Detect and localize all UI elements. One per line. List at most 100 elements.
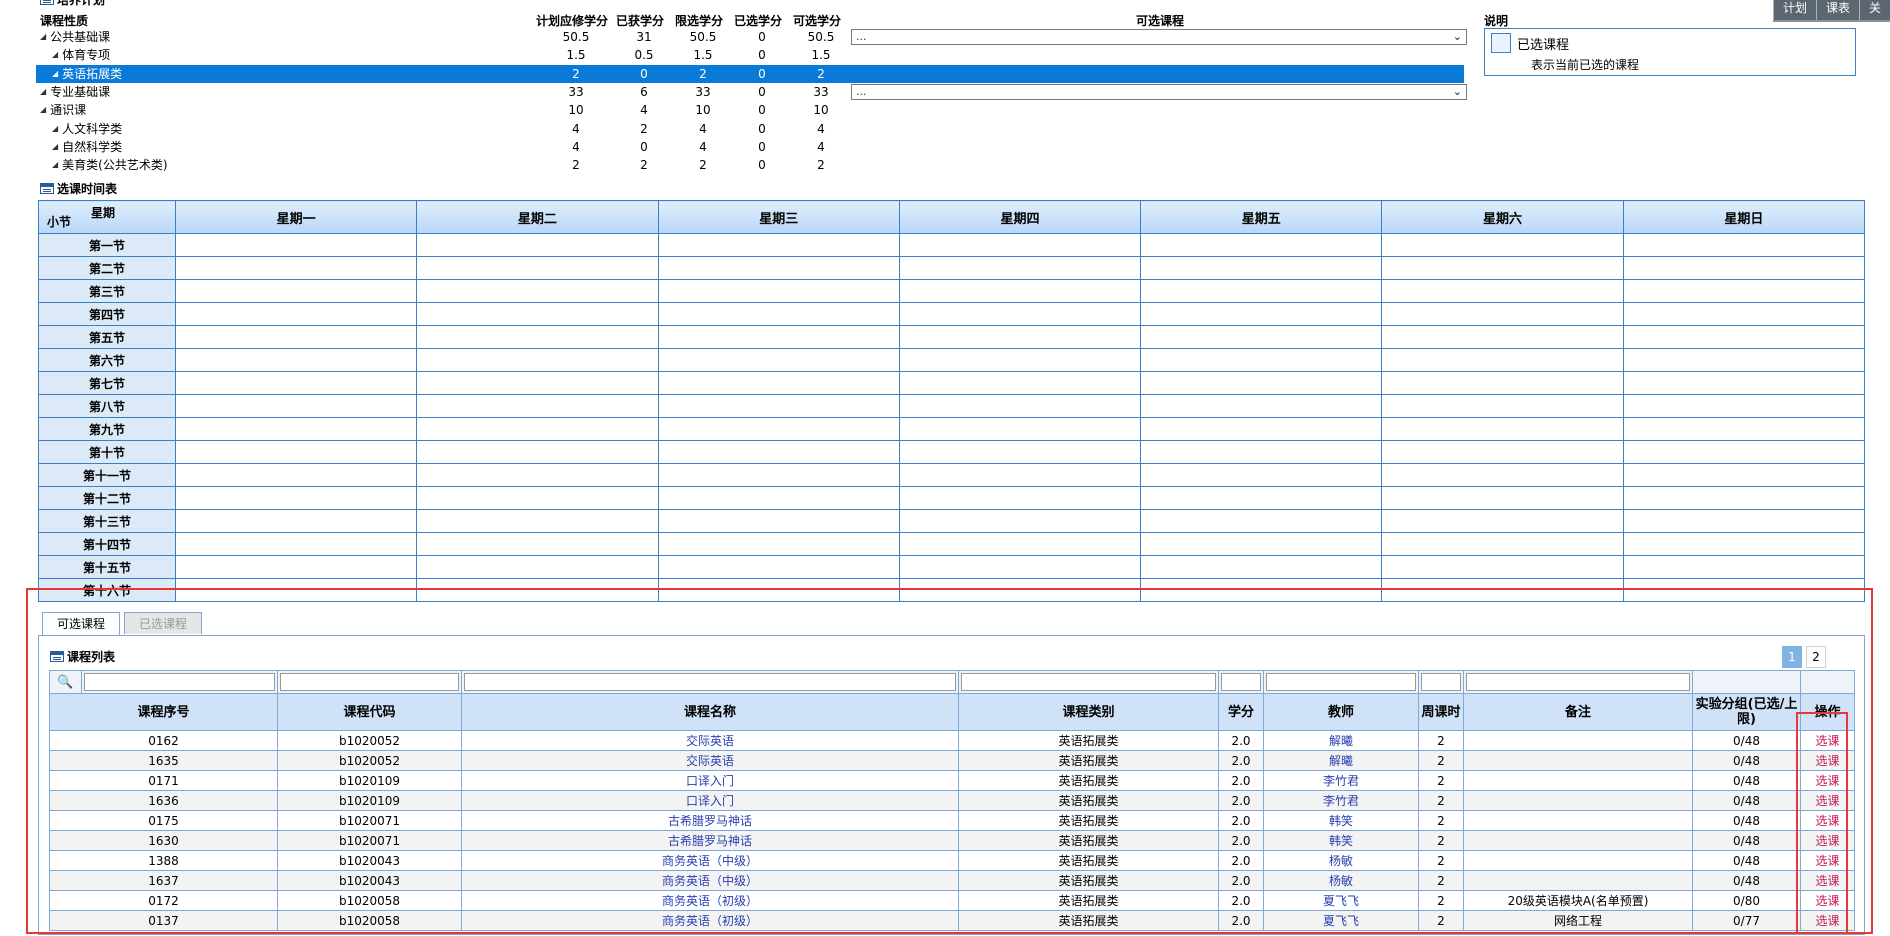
plan-row[interactable]: ◢ 专业基础课 33 6 33 0 33 ... ⌄ bbox=[36, 83, 1467, 101]
select-course-link[interactable]: 选课 bbox=[1800, 730, 1855, 751]
remark: 20级英语模块A(名单预置) bbox=[1463, 890, 1693, 911]
course-name[interactable]: 商务英语（初级） bbox=[461, 910, 959, 931]
period-label: 第五节 bbox=[38, 325, 176, 349]
timetable-cell bbox=[1381, 578, 1624, 602]
select-course-link[interactable]: 选课 bbox=[1800, 790, 1855, 811]
plan-row[interactable]: ◢ 英语拓展类 2 0 2 0 2 bbox=[36, 64, 1464, 83]
filter-course-type-input[interactable] bbox=[961, 673, 1216, 691]
plan-row-value: 2 bbox=[817, 158, 825, 173]
plan-row[interactable]: ◢ 体育专项 1.5 0.5 1.5 0 1.5 bbox=[36, 46, 1464, 64]
timetable-cell bbox=[1381, 509, 1624, 533]
select-course-link[interactable]: 选课 bbox=[1800, 910, 1855, 931]
course-name[interactable]: 口译入门 bbox=[461, 770, 959, 791]
teacher[interactable]: 李竹君 bbox=[1263, 770, 1419, 791]
expand-triangle-icon[interactable]: ◢ bbox=[52, 65, 58, 83]
course-name[interactable]: 古希腊罗马神话 bbox=[461, 810, 959, 831]
lab-group: 0/77 bbox=[1692, 910, 1801, 931]
course-name[interactable]: 口译入门 bbox=[461, 790, 959, 811]
timetable-button[interactable]: 课表 bbox=[1815, 0, 1859, 20]
filter-search-cell[interactable]: 🔍 bbox=[49, 670, 82, 694]
expand-triangle-icon[interactable]: ◢ bbox=[40, 83, 46, 101]
course-name[interactable]: 古希腊罗马神话 bbox=[461, 830, 959, 851]
timetable-cell bbox=[898, 279, 1142, 303]
timetable-row: 第九节 bbox=[38, 417, 1866, 441]
timetable-cell bbox=[1140, 509, 1383, 533]
course-name[interactable]: 交际英语 bbox=[461, 730, 959, 751]
select-course-link[interactable]: 选课 bbox=[1800, 830, 1855, 851]
plan-row[interactable]: ◢ 美育类(公共艺术类) 2 2 2 0 2 bbox=[36, 156, 1464, 174]
teacher[interactable]: 杨敏 bbox=[1263, 870, 1419, 891]
plan-row[interactable]: ◢ 自然科学类 4 0 4 0 4 bbox=[36, 138, 1464, 156]
header-course-code: 课程代码 bbox=[277, 693, 462, 731]
teacher[interactable]: 李竹君 bbox=[1263, 790, 1419, 811]
teacher[interactable]: 杨敏 bbox=[1263, 850, 1419, 871]
timetable-cell bbox=[898, 371, 1142, 395]
binoculars-icon[interactable]: 🔍 bbox=[57, 675, 73, 690]
tab-available-courses[interactable]: 可选课程 bbox=[42, 612, 121, 636]
expand-triangle-icon[interactable]: ◢ bbox=[52, 46, 58, 64]
close-button[interactable]: 关 bbox=[1858, 0, 1890, 20]
plan-button[interactable]: 计划 bbox=[1772, 0, 1816, 20]
select-course-link[interactable]: 选课 bbox=[1800, 870, 1855, 891]
select-course-link[interactable]: 选课 bbox=[1800, 750, 1855, 771]
teacher[interactable]: 韩笑 bbox=[1263, 810, 1419, 831]
select-course-link[interactable]: 选课 bbox=[1800, 890, 1855, 911]
expand-triangle-icon[interactable]: ◢ bbox=[40, 101, 46, 119]
plan-row[interactable]: ◢ 人文科学类 4 2 4 0 4 bbox=[36, 120, 1464, 138]
remark bbox=[1463, 770, 1693, 791]
optional-course-select[interactable]: ... ⌄ bbox=[851, 83, 1467, 100]
page-1-button[interactable]: 1 bbox=[1782, 646, 1802, 668]
plan-row[interactable]: ◢ 通识课 10 4 10 0 10 bbox=[36, 101, 1464, 119]
chevron-down-icon[interactable]: ⌄ bbox=[1453, 30, 1462, 44]
plan-row-value: 1.5 bbox=[693, 48, 713, 63]
filter-credit-input[interactable] bbox=[1221, 673, 1261, 691]
course-name[interactable]: 商务英语（初级） bbox=[461, 890, 959, 911]
timetable-cell bbox=[1622, 509, 1866, 533]
filter-teacher-input[interactable] bbox=[1266, 673, 1416, 691]
expand-triangle-icon[interactable]: ◢ bbox=[52, 138, 58, 156]
select-course-link[interactable]: 选课 bbox=[1800, 810, 1855, 831]
timetable-cell bbox=[657, 233, 900, 257]
day-header: 星期日 bbox=[1622, 200, 1866, 234]
plan-row-value: 50.5 bbox=[689, 30, 717, 44]
plan-row-value: 2 bbox=[640, 121, 648, 136]
course-name[interactable]: 商务英语（中级） bbox=[461, 850, 959, 871]
timetable-cell bbox=[1622, 440, 1866, 464]
teacher[interactable]: 夏飞飞 bbox=[1263, 910, 1419, 931]
optional-course-select[interactable]: ... ⌄ bbox=[851, 29, 1467, 45]
expand-triangle-icon[interactable]: ◢ bbox=[52, 156, 58, 174]
plan-row[interactable]: ◢ 公共基础课 50.5 31 50.5 0 50.5 ... ⌄ bbox=[36, 28, 1467, 46]
timetable-corner: 星期 小节 bbox=[38, 200, 176, 234]
filter-hours-input[interactable] bbox=[1421, 673, 1461, 691]
timetable-cell bbox=[1622, 302, 1866, 326]
teacher[interactable]: 解曦 bbox=[1263, 730, 1419, 751]
course-name[interactable]: 商务英语（中级） bbox=[461, 870, 959, 891]
page-2-button[interactable]: 2 bbox=[1806, 646, 1826, 668]
filter-remark-input[interactable] bbox=[1466, 673, 1690, 691]
course-no: 0162 bbox=[49, 730, 278, 751]
tab-selected-courses[interactable]: 已选课程 bbox=[124, 612, 203, 634]
timetable-cell bbox=[898, 302, 1142, 326]
select-course-link[interactable]: 选课 bbox=[1800, 770, 1855, 791]
expand-triangle-icon[interactable]: ◢ bbox=[40, 28, 46, 46]
course-no: 0171 bbox=[49, 770, 278, 791]
weekly-hours: 2 bbox=[1418, 890, 1464, 911]
chevron-down-icon[interactable]: ⌄ bbox=[1453, 85, 1462, 99]
header-teacher: 教师 bbox=[1263, 693, 1419, 731]
timetable-cell bbox=[416, 532, 659, 556]
select-course-link[interactable]: 选课 bbox=[1800, 850, 1855, 871]
table-row: 1635 b1020052 交际英语 英语拓展类 2.0 解曦 2 0/48 选课 bbox=[49, 750, 1855, 771]
filter-course-name-input[interactable] bbox=[464, 673, 956, 691]
plan-row-value: 4 bbox=[640, 103, 648, 118]
table-row: 1630 b1020071 古希腊罗马神话 英语拓展类 2.0 韩笑 2 0/48 选课 bbox=[49, 830, 1855, 851]
plan-row-value: 33 bbox=[695, 84, 711, 99]
expand-triangle-icon[interactable]: ◢ bbox=[52, 120, 58, 138]
course-name[interactable]: 交际英语 bbox=[461, 750, 959, 771]
filter-course-code-input[interactable] bbox=[280, 673, 459, 691]
credit: 2.0 bbox=[1218, 790, 1264, 811]
filter-course-no-input[interactable] bbox=[84, 673, 275, 691]
col-header-available: 可选学分 bbox=[792, 14, 841, 28]
teacher[interactable]: 韩笑 bbox=[1263, 830, 1419, 851]
teacher[interactable]: 夏飞飞 bbox=[1263, 890, 1419, 911]
teacher[interactable]: 解曦 bbox=[1263, 750, 1419, 771]
